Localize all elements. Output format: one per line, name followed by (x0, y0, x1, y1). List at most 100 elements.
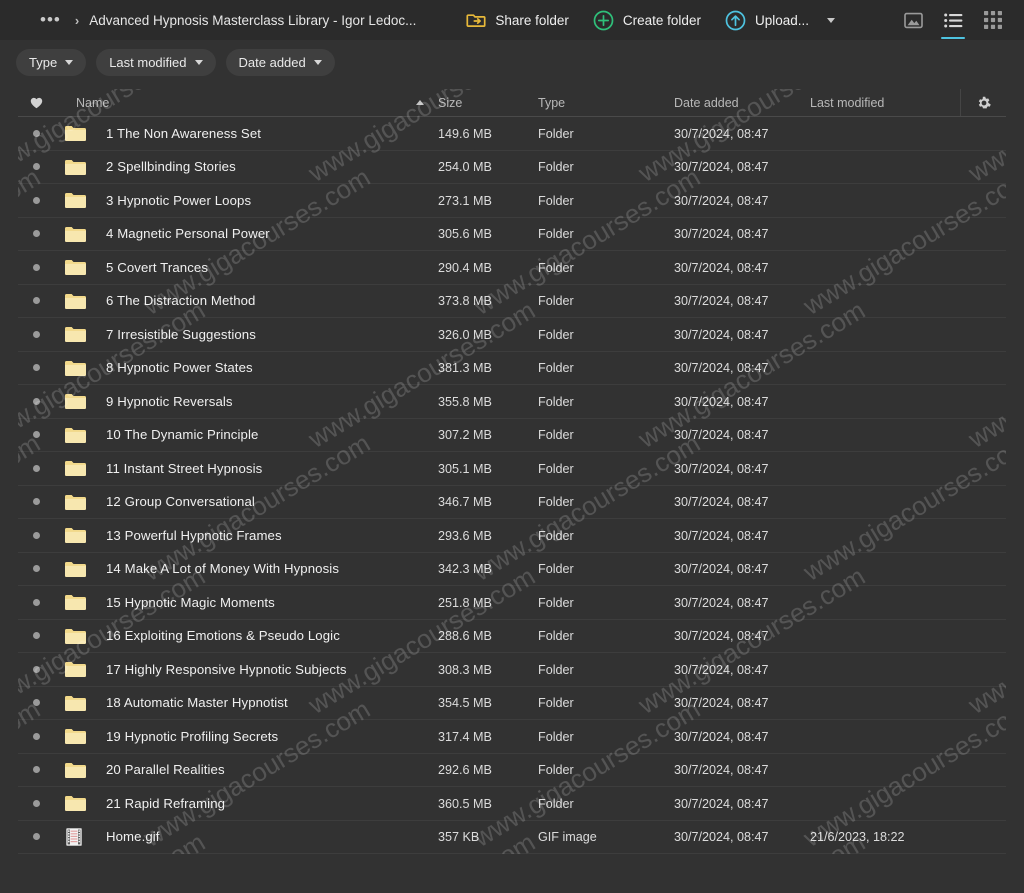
table-row[interactable]: 20 Parallel Realities 292.6 MB Folder 30/7/… (18, 754, 1006, 787)
upload-label: Upload... (754, 12, 809, 28)
name-column-header[interactable]: Name (54, 96, 438, 110)
row-favorite-toggle[interactable] (18, 297, 54, 305)
upload-chevron-down-icon[interactable] (827, 17, 835, 23)
table-row[interactable]: 2 Spellbinding Stories 254.0 MB Folder 30/7… (18, 151, 1006, 184)
last-modified-column-header[interactable]: Last modified (810, 96, 960, 110)
type-column-header[interactable]: Type (538, 96, 674, 110)
table-row[interactable]: 21 Rapid Reframing 360.5 MB Folder 30/7/202… (18, 787, 1006, 821)
row-favorite-toggle[interactable] (18, 196, 54, 204)
table-row[interactable]: 4 Magnetic Personal Power 305.6 MB Folder 3… (18, 218, 1006, 251)
row-name-cell[interactable]: 14 Make A Lot of Money With Hypnosis (54, 560, 438, 578)
row-favorite-toggle[interactable] (18, 364, 54, 372)
list-view-button[interactable] (940, 7, 966, 39)
create-folder-button[interactable]: Create folder (581, 4, 713, 37)
row-name-cell[interactable]: 16 Exploiting Emotions & Pseudo Logic (54, 627, 438, 645)
row-name-cell[interactable]: 2 Spellbinding Stories (54, 158, 438, 176)
row-favorite-toggle[interactable] (18, 129, 54, 137)
row-name-cell[interactable]: 17 Highly Responsive Hypnotic Subjects (54, 660, 438, 678)
row-favorite-toggle[interactable] (18, 330, 54, 338)
row-favorite-toggle[interactable] (18, 163, 54, 171)
row-favorite-toggle[interactable] (18, 531, 54, 539)
table-row[interactable]: 12 Group Conversational 346.7 MB Folder 30/… (18, 486, 1006, 519)
create-folder-label: Create folder (622, 12, 701, 28)
row-favorite-toggle[interactable] (18, 665, 54, 673)
row-name-cell[interactable]: 12 Group Conversational (54, 493, 438, 511)
row-favorite-toggle[interactable] (18, 464, 54, 472)
row-favorite-toggle[interactable] (18, 230, 54, 238)
table-row[interactable]: 11 Instant Street Hypnosis 305.1 MB Folder… (18, 452, 1006, 486)
row-date-added-cell: 30/7/2024, 08:47 (674, 427, 810, 442)
more-options-button[interactable]: ••• (38, 11, 63, 29)
folder-icon (54, 359, 106, 377)
row-name-cell[interactable]: Home.gif (54, 827, 438, 847)
row-favorite-toggle[interactable] (18, 732, 54, 740)
table-row[interactable]: 1 The Non Awareness Set 149.6 MB Folder 30/… (18, 117, 1006, 151)
filter-last-modified[interactable]: Last modified (96, 48, 216, 76)
table-row[interactable]: 3 Hypnotic Power Loops 273.1 MB Folder 30/7… (18, 184, 1006, 218)
table-row[interactable]: Home.gif 357 KB GIF image 30/7/2024, 08:47 2… (18, 821, 1006, 854)
row-favorite-toggle[interactable] (18, 431, 54, 439)
size-column-header[interactable]: Size (438, 96, 538, 110)
row-name-cell[interactable]: 19 Hypnotic Profiling Secrets (54, 727, 438, 745)
bullet-icon (32, 665, 40, 673)
row-favorite-toggle[interactable] (18, 498, 54, 506)
row-name-label: 4 Magnetic Personal Power (106, 226, 270, 242)
filter-type[interactable]: Type (16, 48, 87, 76)
row-name-cell[interactable]: 13 Powerful Hypnotic Frames (54, 526, 438, 544)
image-view-button[interactable] (900, 7, 926, 33)
row-favorite-toggle[interactable] (18, 598, 54, 606)
row-favorite-toggle[interactable] (18, 565, 54, 573)
row-name-cell[interactable]: 18 Automatic Master Hypnotist (54, 694, 438, 712)
row-size-cell: 326.0 MB (438, 327, 538, 342)
table-row[interactable]: 6 The Distraction Method 373.8 MB Folder 30… (18, 285, 1006, 318)
row-name-cell[interactable]: 3 Hypnotic Power Loops (54, 191, 438, 209)
table-row[interactable]: 5 Covert Trances 290.4 MB Folder 30/7/2024,… (18, 251, 1006, 285)
row-name-cell[interactable]: 20 Parallel Realities (54, 761, 438, 779)
table-row[interactable]: 19 Hypnotic Profiling Secrets 317.4 MB Fol… (18, 720, 1006, 754)
table-row[interactable]: 15 Hypnotic Magic Moments 251.8 MB Folder 3… (18, 586, 1006, 620)
filter-date-added[interactable]: Date added (225, 48, 335, 76)
row-name-cell[interactable]: 1 The Non Awareness Set (54, 124, 438, 142)
upload-button[interactable]: Upload... (713, 4, 847, 37)
table-row[interactable]: 7 Irresistible Suggestions 326.0 MB Folder… (18, 318, 1006, 352)
table-row[interactable]: 14 Make A Lot of Money With Hypnosis 342.… (18, 553, 1006, 586)
bullet-icon (32, 163, 40, 171)
row-name-cell[interactable]: 6 The Distraction Method (54, 292, 438, 310)
row-date-added-label: 30/7/2024, 08:47 (674, 327, 769, 342)
row-favorite-toggle[interactable] (18, 263, 54, 271)
row-favorite-toggle[interactable] (18, 699, 54, 707)
table-row[interactable]: 8 Hypnotic Power States 381.3 MB Folder 30/… (18, 352, 1006, 385)
breadcrumb-title[interactable]: Advanced Hypnosis Masterclass Library - … (89, 13, 416, 28)
row-favorite-toggle[interactable] (18, 632, 54, 640)
favorite-column-header[interactable] (18, 97, 54, 109)
table-row[interactable]: 10 The Dynamic Principle 307.2 MB Folder 30… (18, 419, 1006, 452)
row-name-cell[interactable]: 11 Instant Street Hypnosis (54, 459, 438, 477)
row-name-cell[interactable]: 21 Rapid Reframing (54, 794, 438, 812)
bullet-icon (32, 129, 40, 137)
row-name-cell[interactable]: 9 Hypnotic Reversals (54, 392, 438, 410)
row-name-cell[interactable]: 5 Covert Trances (54, 258, 438, 276)
row-favorite-toggle[interactable] (18, 799, 54, 807)
row-name-cell[interactable]: 10 The Dynamic Principle (54, 426, 438, 444)
table-row[interactable]: 18 Automatic Master Hypnotist 354.5 MB Fol… (18, 687, 1006, 720)
table-row[interactable]: 16 Exploiting Emotions & Pseudo Logic 288… (18, 620, 1006, 653)
date-added-column-header[interactable]: Date added (674, 96, 810, 110)
share-folder-button[interactable]: Share folder (454, 4, 581, 36)
row-favorite-toggle[interactable] (18, 833, 54, 841)
row-name-cell[interactable]: 4 Magnetic Personal Power (54, 225, 438, 243)
folder-icon (54, 426, 106, 444)
row-favorite-toggle[interactable] (18, 397, 54, 405)
row-favorite-toggle[interactable] (18, 766, 54, 774)
chevron-down-icon (313, 59, 322, 65)
row-name-cell[interactable]: 7 Irresistible Suggestions (54, 325, 438, 343)
table-row[interactable]: 13 Powerful Hypnotic Frames 293.6 MB Folde… (18, 519, 1006, 553)
grid-view-button[interactable] (980, 7, 1006, 33)
table-row[interactable]: 17 Highly Responsive Hypnotic Subjects 30… (18, 653, 1006, 687)
row-spacer (960, 352, 1006, 385)
row-name-cell[interactable]: 8 Hypnotic Power States (54, 359, 438, 377)
row-size-label: 292.6 MB (438, 763, 492, 778)
table-row[interactable]: 9 Hypnotic Reversals 355.8 MB Folder 30/7/2… (18, 385, 1006, 419)
row-name-cell[interactable]: 15 Hypnotic Magic Moments (54, 593, 438, 611)
row-type-cell: Folder (538, 360, 674, 375)
table-settings-button[interactable] (960, 89, 1006, 116)
